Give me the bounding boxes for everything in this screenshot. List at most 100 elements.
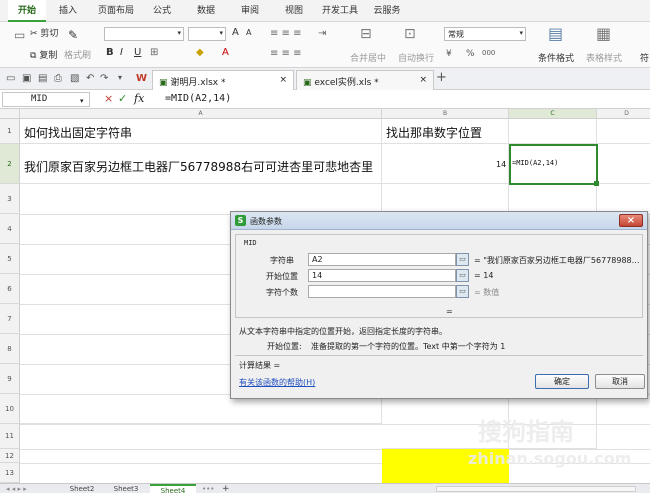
function-arguments-dialog: S 函数参数 × MID 字符串 A2 ▭ = "我们原家百家另边框工电器厂56… [230, 211, 648, 399]
row-header[interactable]: 4 [0, 214, 20, 244]
font-size-select[interactable]: ▾ [188, 27, 226, 41]
table-style-icon[interactable]: ▦ [596, 24, 611, 43]
row-header[interactable]: 1 [0, 119, 20, 144]
row-header[interactable]: 13 [0, 463, 20, 483]
close-button[interactable]: × [619, 214, 643, 227]
confirm-formula-button[interactable]: ✓ [118, 92, 127, 106]
cell-d2[interactable] [597, 144, 650, 184]
tab-developer[interactable]: 开发工具 [318, 0, 362, 22]
merge-icon[interactable]: ⊟ [360, 26, 372, 42]
redo-icon[interactable]: ↷ [100, 73, 108, 84]
ok-button[interactable]: 确定 [535, 374, 589, 389]
font-color-icon[interactable]: A [222, 47, 229, 58]
param-text-input[interactable]: A2 [308, 253, 456, 266]
paste-icon[interactable]: ▭ [14, 28, 25, 42]
tab-formulas[interactable]: 公式 [146, 0, 178, 22]
horizontal-scrollbar[interactable] [436, 486, 636, 492]
tab-view[interactable]: 视图 [278, 0, 310, 22]
param-desc-label: 开始位置: [267, 342, 302, 351]
row-header[interactable]: 9 [0, 364, 20, 394]
row-header[interactable]: 7 [0, 304, 20, 334]
underline-button[interactable]: U [134, 47, 141, 58]
tab-page-layout[interactable]: 页面布局 [90, 0, 142, 22]
close-tab-icon[interactable]: × [279, 75, 287, 85]
column-header-c[interactable]: C [509, 109, 597, 119]
column-header-a[interactable]: A [20, 109, 382, 119]
row-header[interactable]: 11 [0, 424, 20, 449]
param-start-input[interactable]: 14 [308, 269, 456, 282]
fill-handle[interactable] [594, 181, 599, 186]
conditional-format-button[interactable]: 条件格式 [538, 51, 574, 64]
thousands-button[interactable]: 000 [482, 49, 495, 57]
chevron-down-icon[interactable]: ▾ [118, 73, 122, 82]
tab-data[interactable]: 数据 [190, 0, 222, 22]
align-left-icon[interactable]: ≡ ≡ ≡ [270, 48, 302, 59]
number-format-select[interactable]: 常规 ▾ [444, 27, 526, 41]
cut-button[interactable]: ✂ 剪切 [30, 26, 58, 39]
close-tab-icon[interactable]: × [419, 75, 427, 85]
collapse-dialog-icon[interactable]: ▭ [456, 269, 469, 282]
folder-icon[interactable]: ▭ [6, 73, 15, 84]
merge-center-button[interactable]: 合并居中 [350, 51, 386, 64]
cell-c2-selected[interactable]: =MID(A2,14) [509, 144, 599, 186]
font-shrink-button[interactable]: A [246, 28, 251, 37]
doc-tab[interactable]: ▣ excel实例.xls * × [296, 70, 434, 90]
border-icon[interactable]: ⊞ [150, 47, 158, 58]
tab-cloud[interactable]: 云服务 [368, 0, 406, 22]
bold-button[interactable]: B [106, 47, 114, 58]
cell-c1[interactable] [509, 119, 597, 144]
tab-home[interactable]: 开始 [8, 0, 46, 22]
row-header[interactable]: 12 [0, 449, 20, 463]
percent-button[interactable]: % [466, 49, 475, 59]
name-box[interactable]: MID [2, 92, 90, 107]
table-style-button[interactable]: 表格样式 [586, 51, 622, 64]
conditional-format-icon[interactable]: ▤ [548, 24, 563, 43]
new-tab-button[interactable]: + [436, 70, 447, 85]
print-icon[interactable]: ⎙ [54, 73, 62, 84]
print-preview-icon[interactable]: ▤ [38, 73, 47, 84]
tab-review[interactable]: 审阅 [234, 0, 266, 22]
doc-tab-active[interactable]: ▣ 谢明月.xlsx * × [152, 70, 294, 90]
brush-icon[interactable]: ✎ [68, 28, 78, 42]
formula-input[interactable]: =MID(A2,14) [165, 93, 231, 104]
row-header[interactable]: 10 [0, 394, 20, 424]
format-painter-button[interactable]: 格式刷 [64, 48, 91, 61]
symbol-button[interactable]: 符 [640, 51, 649, 64]
sheet-file-icon: ▣ [303, 78, 312, 88]
tab-insert[interactable]: 插入 [52, 0, 84, 22]
column-header-d[interactable]: D [597, 109, 650, 119]
cancel-formula-button[interactable]: × [104, 92, 113, 106]
dialog-title-bar[interactable]: S 函数参数 × [231, 212, 647, 230]
font-name-select[interactable]: ▾ [104, 27, 184, 41]
font-grow-button[interactable]: A [232, 27, 239, 38]
indent-icon[interactable]: ⇥ [318, 28, 326, 39]
italic-button[interactable]: I [120, 47, 123, 58]
corner-header[interactable] [0, 109, 20, 119]
row-header[interactable]: 5 [0, 244, 20, 274]
insert-function-button[interactable]: fx [134, 92, 144, 106]
chevron-down-icon[interactable]: ▾ [80, 94, 84, 108]
param-result: = 数值 [474, 288, 500, 297]
wrap-text-button[interactable]: 自动换行 [398, 51, 434, 64]
row-header[interactable]: 2 [0, 144, 20, 184]
wrap-icon[interactable]: ⊡ [404, 26, 416, 42]
column-header-b[interactable]: B [382, 109, 509, 119]
help-link[interactable]: 有关该函数的帮助(H) [239, 377, 315, 388]
row-header[interactable]: 6 [0, 274, 20, 304]
align-top-icon[interactable]: ≡ ≡ ≡ [270, 28, 302, 39]
export-icon[interactable]: ▧ [70, 73, 79, 84]
cell-d1[interactable] [597, 119, 650, 144]
cancel-button[interactable]: 取消 [595, 374, 645, 389]
param-result: = "我们原家百家另边框工电器厂56778988… [474, 256, 640, 265]
fill-color-icon[interactable]: ◆ [196, 47, 204, 58]
save-icon[interactable]: ▣ [22, 73, 31, 84]
row-header[interactable]: 3 [0, 184, 20, 214]
row-header[interactable]: 8 [0, 334, 20, 364]
param-length-input[interactable] [308, 285, 456, 298]
collapse-dialog-icon[interactable]: ▭ [456, 253, 469, 266]
cell-b2[interactable] [382, 144, 509, 184]
currency-icon[interactable]: ¥ [446, 49, 452, 59]
copy-button[interactable]: ⧉ 复制 [30, 48, 57, 61]
undo-icon[interactable]: ↶ [86, 73, 94, 84]
collapse-dialog-icon[interactable]: ▭ [456, 285, 469, 298]
